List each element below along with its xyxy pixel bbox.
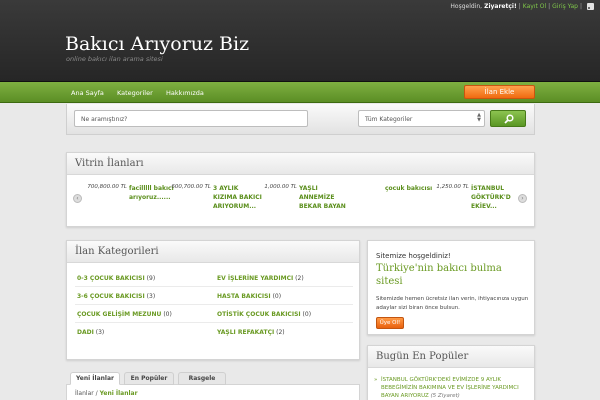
category-count: (0) (302, 311, 312, 318)
category-count: (2) (295, 275, 304, 282)
search-icon (504, 114, 514, 124)
category-item[interactable]: OTİSTİK ÇOCUK BAKICISI (0) (217, 311, 311, 318)
categories-title: İlan Kategorileri (75, 246, 159, 257)
listing-title[interactable]: İSTANBUL GÖKTÜRK'D EKİEV... (471, 184, 515, 211)
prev-arrow-icon[interactable]: ‹ (73, 194, 82, 203)
search-button[interactable] (490, 110, 526, 127)
divider (75, 304, 353, 305)
popular-panel: Bugün En Popüler İSTANBUL GÖKTÜRK'DEKİ E… (367, 345, 535, 400)
tab-popular[interactable]: En Popüler (124, 372, 174, 385)
next-arrow-icon[interactable]: › (518, 194, 527, 203)
add-listing-button[interactable]: İlan Ekle (464, 85, 535, 99)
nav-item-categories[interactable]: Kategoriler (117, 89, 153, 97)
search-bar: Ne aramıştınız? Tüm Kategoriler ▲ ▼ (66, 104, 535, 135)
category-count: (9) (146, 275, 156, 282)
breadcrumb: İlanlar / Yeni İlanlar (75, 390, 138, 397)
category-item[interactable]: YAŞLI REFAKATÇI (2) (217, 329, 285, 336)
main-nav: Ana Sayfa Kategoriler Hakkımızda İlan Ek… (0, 82, 600, 103)
category-count: (2) (276, 329, 285, 336)
tab-random[interactable]: Rasgele (178, 372, 226, 385)
separator: | (548, 3, 551, 10)
category-item[interactable]: ÇOCUK GELİŞİM MEZUNU (0) (77, 311, 172, 318)
category-select-value: Tüm Kategoriler (365, 116, 413, 123)
category-name: OTİSTİK ÇOCUK BAKICISI (217, 311, 301, 318)
category-name: 3-6 ÇOCUK BAKICISI (77, 293, 145, 300)
breadcrumb-separator: / (95, 390, 98, 397)
tab-new-listings[interactable]: Yeni İlanlar (70, 372, 120, 385)
categories-panel: İlan Kategorileri 0-3 ÇOCUK BAKICISI (9)… (66, 240, 360, 360)
divider (75, 322, 353, 323)
register-link[interactable]: Kayıt Ol (523, 3, 546, 10)
category-name: ÇOCUK GELİŞİM MEZUNU (77, 311, 162, 318)
user-name: Ziyaretçi! (484, 3, 517, 10)
category-name: EV İŞLERİNE YARDIMCI (217, 275, 294, 282)
popular-item-views: (5 Ziyaret) (430, 393, 460, 399)
site-title[interactable]: Bakıcı Arıyoruz Biz (65, 33, 249, 55)
category-count: (0) (272, 293, 282, 300)
category-item[interactable]: HASTA BAKICISI (0) (217, 293, 281, 300)
tab-content: İlanlar / Yeni İlanlar (66, 384, 360, 400)
welcome-text: Sitemizde hemen ücretsiz ilan verin, iht… (376, 296, 529, 311)
listing-title[interactable]: YAŞLI ANNEMİZE BEKAR BAYAN (299, 184, 349, 211)
category-count: (3) (95, 329, 105, 336)
divider (75, 286, 353, 287)
listing-price: 1,250.00 TL (436, 184, 469, 190)
site-slogan: online bakıcı ilan arama sitesi (66, 55, 163, 63)
login-link[interactable]: Giriş Yap (552, 3, 578, 10)
listing-tabs: İlanlar / Yeni İlanlar Yeni İlanlar En P… (66, 368, 360, 400)
popular-item[interactable]: İSTANBUL GÖKTÜRK'DEKİ EVİMİZDE 9 AYLIK B… (374, 376, 531, 400)
popular-title: Bugün En Popüler (376, 351, 469, 362)
welcome-panel: Sitemize hoşgeldiniz! Türkiye'nin bakıcı… (367, 240, 535, 335)
category-item[interactable]: EV İŞLERİNE YARDIMCI (2) (217, 275, 304, 282)
separator: | (518, 3, 521, 10)
rss-icon[interactable] (587, 3, 594, 10)
category-item[interactable]: 3-6 ÇOCUK BAKICISI (3) (77, 293, 155, 300)
category-name: HASTA BAKICISI (217, 293, 271, 300)
featured-title: Vitrin İlanları (75, 158, 144, 169)
category-name: YAŞLI REFAKATÇI (217, 329, 275, 336)
category-item[interactable]: DADI (3) (77, 329, 104, 336)
listing-price: 600,700.00 TL (171, 184, 211, 190)
category-count: (0) (163, 311, 172, 318)
nav-item-about[interactable]: Hakkımızda (166, 89, 204, 97)
welcome-headline: Türkiye'nin bakıcı bulma sitesi (376, 263, 502, 287)
category-name: 0-3 ÇOCUK BAKICISI (77, 275, 145, 282)
category-count: (3) (146, 293, 156, 300)
greeting-text: Hoşgeldin, (450, 3, 483, 10)
featured-listings: Vitrin İlanları ‹ › 700,800.00 TL facill… (66, 152, 535, 227)
user-bar: Hoşgeldin, Ziyaretçi! | Kayıt Ol | Giriş… (450, 3, 594, 10)
nav-item-home[interactable]: Ana Sayfa (71, 89, 104, 97)
breadcrumb-root[interactable]: İlanlar (75, 390, 94, 397)
site-header: Hoşgeldin, Ziyaretçi! | Kayıt Ol | Giriş… (0, 0, 600, 82)
select-arrows-icon: ▲ ▼ (477, 112, 481, 123)
separator: | (579, 3, 582, 10)
listing-price: 700,800.00 TL (87, 184, 127, 190)
category-select[interactable]: Tüm Kategoriler ▲ ▼ (358, 110, 485, 127)
signup-button[interactable]: Üye Ol! (376, 317, 404, 329)
breadcrumb-current: Yeni İlanlar (99, 390, 138, 397)
welcome-greeting: Sitemize hoşgeldiniz! (376, 252, 451, 260)
listing-price: 1,000.00 TL (264, 184, 297, 190)
search-input[interactable]: Ne aramıştınız? (74, 110, 308, 127)
category-name: DADI (77, 329, 94, 336)
category-item[interactable]: 0-3 ÇOCUK BAKICISI (9) (77, 275, 155, 282)
